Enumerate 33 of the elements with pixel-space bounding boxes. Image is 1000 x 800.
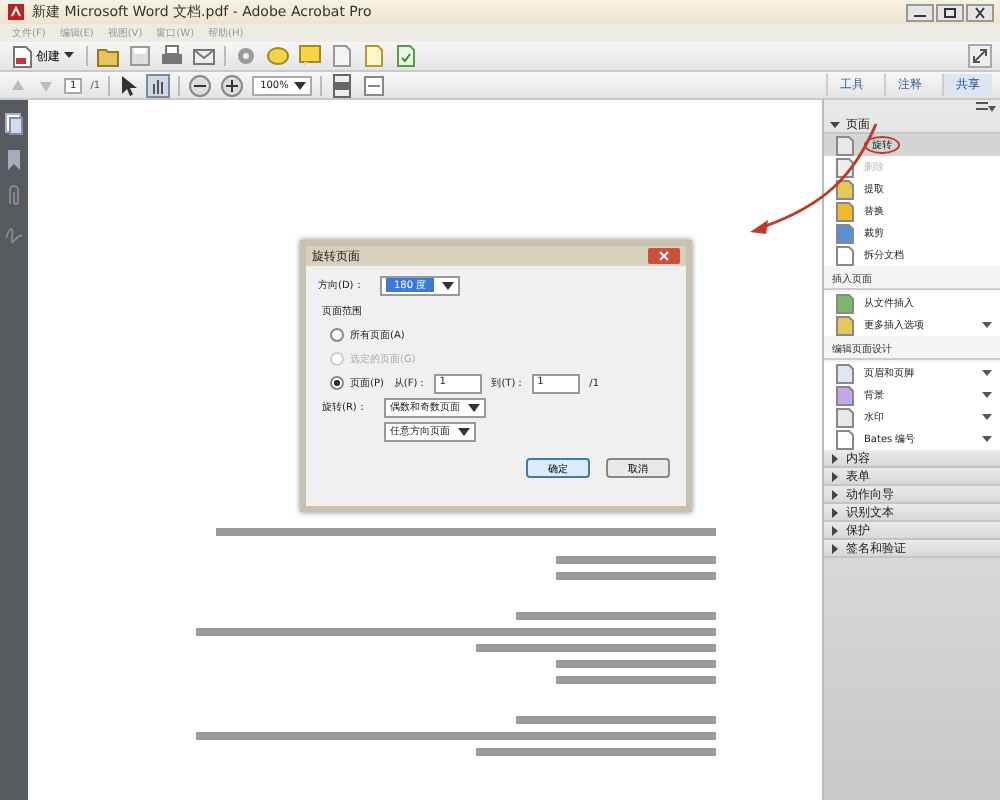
caret-icon <box>468 403 480 411</box>
fit-page-icon[interactable] <box>330 73 355 97</box>
document-icon <box>12 45 32 67</box>
restore-icon[interactable] <box>936 3 964 21</box>
caret-icon <box>64 52 74 60</box>
pages-icon[interactable] <box>4 112 24 136</box>
fit-width-icon[interactable] <box>362 73 387 97</box>
caret-icon <box>442 281 455 289</box>
app-icon <box>6 2 26 22</box>
bookmark-icon[interactable] <box>4 148 24 172</box>
caret-icon <box>458 427 470 435</box>
radio-button[interactable] <box>330 328 344 342</box>
email-icon[interactable] <box>192 44 216 68</box>
caret-icon <box>982 369 992 377</box>
page-check-icon[interactable] <box>394 44 418 68</box>
caret-icon <box>292 77 309 93</box>
caret-icon <box>982 413 992 421</box>
expand-icon[interactable] <box>968 44 992 68</box>
close-icon[interactable] <box>966 3 994 21</box>
zoom-in-icon[interactable] <box>220 73 245 97</box>
caret-icon <box>982 435 992 443</box>
minimize-icon[interactable] <box>906 3 934 21</box>
caret-icon <box>982 391 992 399</box>
pointer-icon[interactable] <box>118 73 139 97</box>
comment-icon[interactable] <box>266 44 290 68</box>
triangle-down-icon <box>830 119 840 129</box>
paperclip-icon[interactable] <box>4 184 24 208</box>
panel-options-icon[interactable] <box>976 100 996 116</box>
zoom-out-icon[interactable] <box>188 73 213 97</box>
caret-icon <box>982 321 992 329</box>
note-icon[interactable] <box>298 44 322 68</box>
print-icon[interactable] <box>160 44 184 68</box>
radio-button[interactable] <box>330 376 344 390</box>
